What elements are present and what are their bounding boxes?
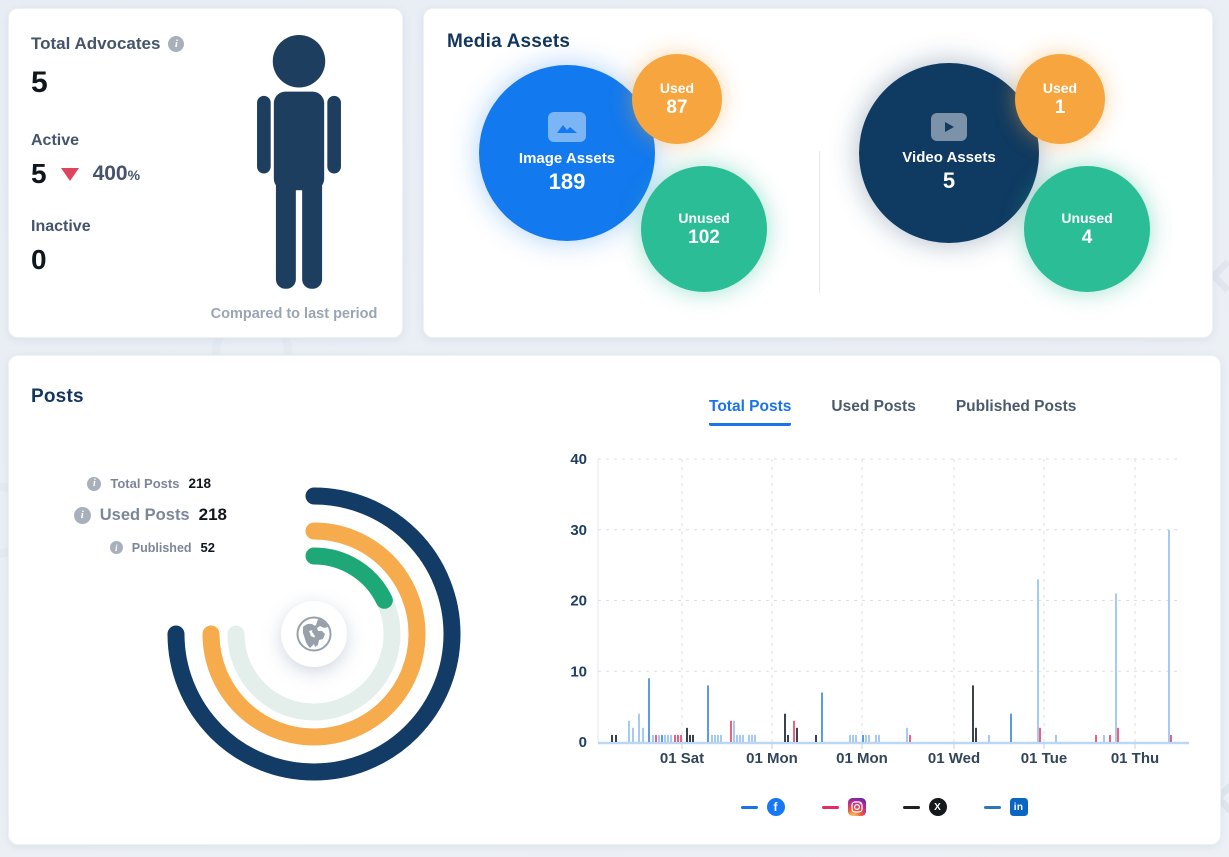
svg-text:01 Tue: 01 Tue: [1021, 750, 1067, 767]
image-assets-label: Image Assets: [519, 150, 615, 167]
video-assets-value: 5: [943, 168, 955, 194]
svg-text:01 Wed: 01 Wed: [928, 750, 980, 767]
legend-linkedin[interactable]: in: [984, 798, 1028, 816]
active-label: Active: [31, 132, 184, 150]
legend-x[interactable]: X: [903, 798, 947, 816]
used-label: Used: [660, 80, 694, 96]
divider: [819, 151, 820, 293]
svg-text:0: 0: [579, 734, 587, 751]
unused-value: 4: [1082, 227, 1093, 249]
video-assets-label: Video Assets: [902, 149, 995, 166]
used-value: 87: [666, 97, 687, 119]
tab-total-posts[interactable]: Total Posts: [709, 398, 791, 426]
total-advocates-card: Total Advocates i 5 Active 5 400% Inacti…: [8, 8, 403, 338]
unused-label: Unused: [678, 210, 729, 226]
image-icon: [548, 112, 586, 142]
info-icon[interactable]: i: [168, 36, 184, 52]
video-assets-bubble[interactable]: Video Assets 5: [859, 63, 1039, 243]
svg-text:01 Sat: 01 Sat: [660, 750, 704, 767]
facebook-icon: f: [767, 798, 785, 816]
instagram-icon: [848, 798, 866, 816]
image-assets-bubble[interactable]: Image Assets 189: [479, 65, 655, 241]
svg-text:40: 40: [570, 451, 587, 468]
media-assets-card: Media Assets Image Assets 189 Used 87 Un…: [423, 8, 1213, 338]
svg-text:30: 30: [570, 522, 587, 539]
svg-text:01 Thu: 01 Thu: [1111, 750, 1159, 767]
percent-sign: %: [128, 167, 140, 183]
info-icon[interactable]: i: [87, 477, 101, 491]
x-dash: [903, 806, 920, 809]
svg-text:10: 10: [570, 663, 587, 680]
video-icon: [931, 113, 967, 141]
svg-text:20: 20: [570, 593, 587, 610]
trend-down-icon: [61, 168, 79, 181]
x-icon: X: [929, 798, 947, 816]
svg-text:01 Mon: 01 Mon: [746, 750, 798, 767]
total-advocates-value: 5: [31, 68, 184, 98]
legend-instagram[interactable]: [822, 798, 866, 816]
image-unused-bubble[interactable]: Unused 102: [641, 166, 767, 292]
posts-card: Posts Total Posts Used Posts Published P…: [8, 355, 1221, 845]
active-value: 5: [31, 160, 47, 188]
facebook-dash: [741, 806, 758, 809]
image-assets-value: 189: [549, 169, 586, 195]
linkedin-dash: [984, 806, 1001, 809]
posts-tabs: Total Posts Used Posts Published Posts: [709, 398, 1076, 426]
tab-published-posts[interactable]: Published Posts: [956, 398, 1077, 426]
active-change-value: 400: [93, 162, 128, 185]
globe-icon: [281, 601, 347, 667]
instagram-dash: [822, 806, 839, 809]
tab-used-posts[interactable]: Used Posts: [831, 398, 915, 426]
linkedin-icon: in: [1010, 798, 1028, 816]
posts-title: Posts: [31, 386, 84, 408]
posts-bar-chart: 0 10 20 30 40 01 Sat 01 Mon 01 Mon 01 Wed 01 Tue 0…: [549, 441, 1215, 781]
info-icon[interactable]: i: [74, 507, 91, 524]
chart-legend: f X in: [569, 798, 1199, 816]
total-advocates-title: Total Advocates: [31, 34, 160, 54]
video-used-bubble[interactable]: Used 1: [1015, 54, 1105, 144]
svg-text:01 Mon: 01 Mon: [836, 750, 888, 767]
unused-value: 102: [688, 227, 720, 249]
image-used-bubble[interactable]: Used 87: [632, 54, 722, 144]
video-unused-bubble[interactable]: Unused 4: [1024, 166, 1150, 292]
unused-label: Unused: [1061, 210, 1112, 226]
inactive-value: 0: [31, 246, 184, 274]
used-value: 1: [1055, 97, 1066, 119]
media-assets-title: Media Assets: [447, 31, 570, 53]
legend-facebook[interactable]: f: [741, 798, 785, 816]
comparison-footnote: Compared to last period: [149, 306, 439, 322]
inactive-label: Inactive: [31, 218, 184, 236]
person-icon: [234, 35, 364, 293]
used-label: Used: [1043, 80, 1077, 96]
info-icon[interactable]: i: [110, 541, 123, 554]
